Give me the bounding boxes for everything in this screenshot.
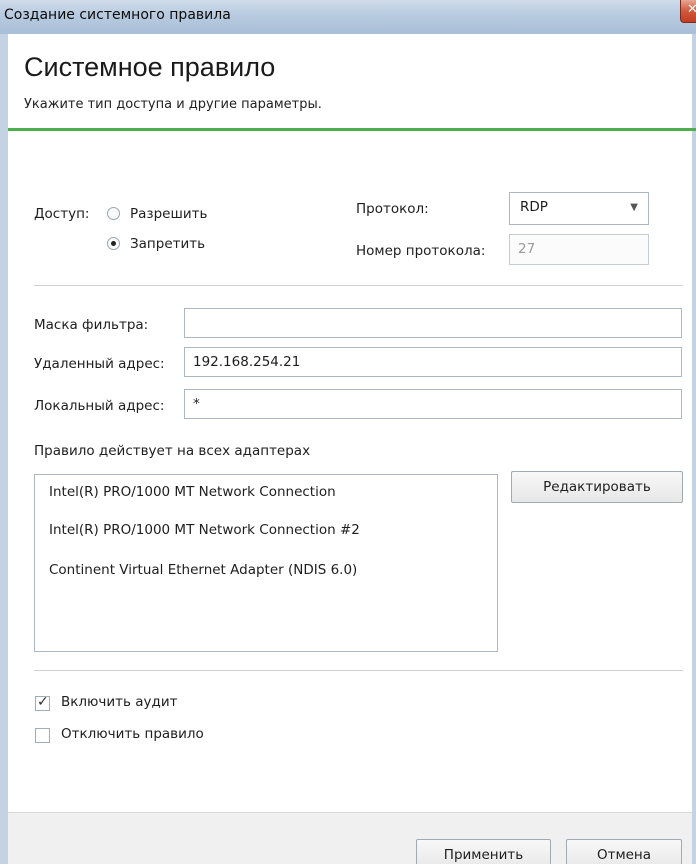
dialog-window: Создание системного правила ✕ Системное … [0, 0, 696, 864]
list-item[interactable]: Continent Virtual Ethernet Adapter (NDIS… [49, 562, 357, 578]
protocol-select[interactable]: RDP ▼ [509, 192, 649, 225]
window-title: Создание системного правила [4, 7, 231, 23]
section-divider [34, 285, 683, 286]
protocol-number-field[interactable]: 27 [509, 234, 649, 265]
adapters-list[interactable]: Intel(R) PRO/1000 MT Network Connection … [34, 474, 498, 652]
access-label: Доступ: [34, 206, 90, 222]
page-subtitle: Укажите тип доступа и другие параметры. [24, 97, 322, 112]
audit-label[interactable]: Включить аудит [61, 694, 178, 710]
radio-allow[interactable] [107, 207, 120, 220]
local-address-label: Локальный адрес: [34, 398, 165, 414]
close-button[interactable]: ✕ [680, 0, 696, 23]
check-icon: ✓ [37, 694, 49, 710]
window-frame-right [692, 34, 696, 864]
cancel-button[interactable]: Отмена [566, 839, 682, 864]
local-address-input[interactable]: * [184, 389, 682, 419]
page-title: Системное правило [24, 52, 276, 82]
close-icon[interactable]: ✕ [687, 2, 696, 17]
edit-adapters-button[interactable]: Редактировать [511, 471, 683, 503]
protocol-label: Протокол: [356, 201, 429, 217]
apply-button[interactable]: Применить [416, 839, 551, 864]
radio-allow-label[interactable]: Разрешить [130, 206, 207, 222]
protocol-number-label: Номер протокола: [356, 243, 486, 259]
audit-checkbox[interactable]: ✓ [35, 694, 50, 711]
disable-rule-checkbox[interactable] [35, 728, 50, 743]
disable-rule-label[interactable]: Отключить правило [61, 726, 204, 742]
section-divider [34, 670, 683, 671]
window-frame-left [0, 34, 8, 864]
radio-deny[interactable] [107, 237, 120, 250]
protocol-value: RDP [520, 199, 548, 215]
title-bar[interactable]: Создание системного правила [0, 0, 696, 35]
chevron-down-icon[interactable]: ▼ [630, 202, 638, 213]
remote-address-label: Удаленный адрес: [34, 356, 165, 372]
list-item[interactable]: Intel(R) PRO/1000 MT Network Connection … [49, 522, 360, 538]
list-item[interactable]: Intel(R) PRO/1000 MT Network Connection [49, 484, 336, 500]
header-separator [8, 128, 696, 131]
adapters-caption: Правило действует на всех адаптерах [34, 443, 311, 459]
filter-mask-input[interactable] [184, 308, 682, 338]
remote-address-input[interactable]: 192.168.254.21 [184, 347, 682, 377]
radio-deny-label[interactable]: Запретить [130, 236, 205, 252]
filter-mask-label: Маска фильтра: [34, 317, 149, 333]
